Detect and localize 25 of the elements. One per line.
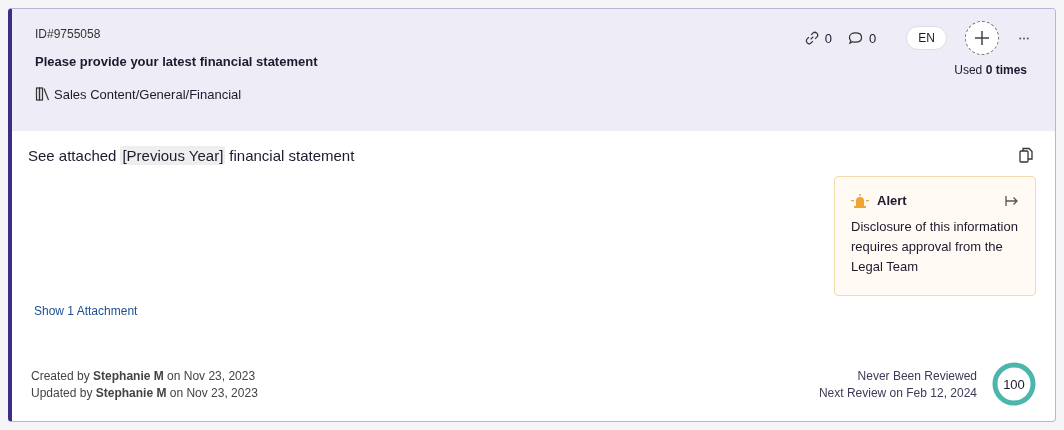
comment-count: 0 <box>869 30 877 46</box>
link-count: 0 <box>824 30 833 46</box>
answer-text: See attached [Previous Year] financial statement <box>28 147 355 164</box>
score-value: 100 <box>1003 376 1025 392</box>
library-icon <box>35 86 51 102</box>
category-path: Sales Content/General/Financial <box>54 86 242 102</box>
link-icon[interactable] <box>804 31 819 45</box>
updated-info: Updated by Stephanie M on Nov 23, 2023 <box>31 385 258 400</box>
next-review-date: Next Review on Feb 12, 2024 <box>818 385 977 400</box>
review-status: Never Been Reviewed <box>857 368 977 383</box>
language-button[interactable]: EN <box>906 26 947 50</box>
created-info: Created by Stephanie M on Nov 23, 2023 <box>31 368 257 383</box>
siren-icon <box>851 193 869 208</box>
comment-icon[interactable] <box>848 31 864 45</box>
question-title: Please provide your latest financial statement <box>35 54 318 69</box>
copy-icon[interactable] <box>1019 147 1033 163</box>
arrow-to-line-icon[interactable] <box>1005 194 1019 207</box>
attachments-link[interactable]: Show 1 Attachment <box>34 304 1033 318</box>
ellipsis-icon <box>1019 36 1029 40</box>
alert-title: Alert <box>877 193 908 208</box>
alert-message: Disclosure of this information requires approval from the Legal Team <box>851 218 1019 276</box>
plus-icon <box>974 30 990 46</box>
add-button[interactable] <box>965 21 999 55</box>
usage-count: Used 0 times <box>954 63 1027 77</box>
item-id: ID#9755058 <box>35 27 102 41</box>
